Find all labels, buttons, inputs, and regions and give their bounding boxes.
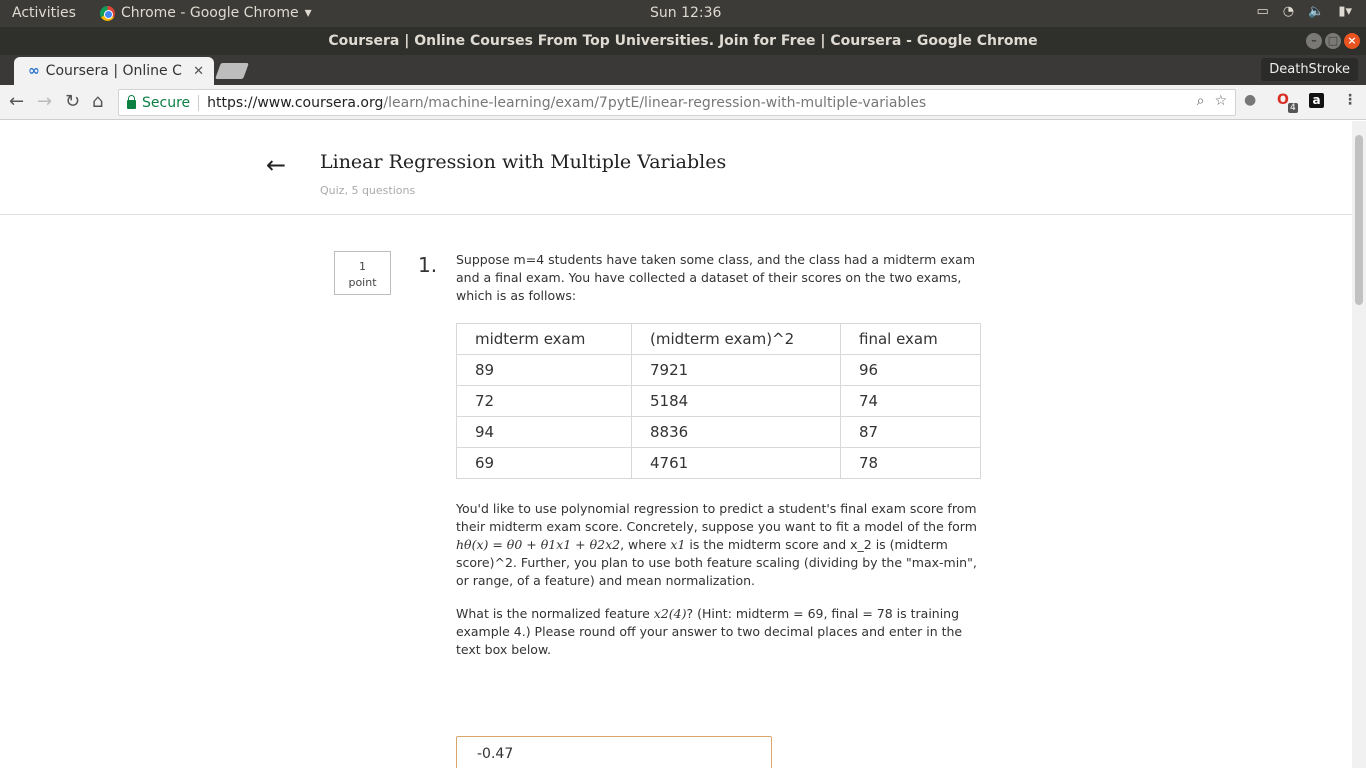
quiz-title: Linear Regression with Multiple Variable…: [320, 151, 727, 173]
question-number: 1.: [418, 253, 438, 277]
chrome-icon: [100, 5, 115, 21]
activities-button[interactable]: Activities: [12, 5, 76, 21]
profile-button[interactable]: DeathStroke: [1261, 58, 1358, 81]
app-menu-label: Chrome - Google Chrome: [121, 5, 299, 21]
page-scrollbar[interactable]: [1352, 121, 1366, 768]
tab-close-icon[interactable]: ✕: [193, 64, 204, 79]
chevron-down-icon: ▾: [304, 5, 312, 21]
bookmark-star-icon[interactable]: ☆: [1214, 93, 1227, 109]
normalized-feature: x2(4): [653, 606, 687, 621]
secure-label: Secure: [142, 94, 191, 111]
table-row: 89 7921 96: [456, 354, 981, 386]
extension-bulb-icon[interactable]: ●: [1244, 92, 1256, 108]
browser-toolbar: ← → ↻ ⌂ Secure https://www.coursera.org /…: [0, 85, 1366, 120]
points-value: 1: [359, 260, 366, 273]
scrollbar-thumb[interactable]: [1355, 135, 1363, 305]
system-tray: ▭ ◔ 🔈 ▮▾: [1256, 4, 1352, 19]
reload-icon[interactable]: ↻: [65, 91, 80, 112]
tab-strip: ∞ Coursera | Online C ✕ DeathStroke: [0, 55, 1366, 85]
table-cell: 89: [456, 354, 632, 386]
divider: [198, 94, 200, 111]
question-prompt: What is the normalized feature x2(4)? (H…: [456, 605, 986, 659]
page-content: ← Linear Regression with Multiple Variab…: [0, 121, 1352, 768]
window-controls: – □ ×: [1306, 33, 1360, 49]
table-cell: 87: [840, 416, 981, 448]
question-model-description: You'd like to use polynomial regression …: [456, 500, 986, 590]
table-cell: 69: [456, 447, 632, 479]
table-cell: 72: [456, 385, 632, 417]
url-host: https://www.coursera.org: [207, 94, 384, 111]
back-arrow-icon[interactable]: ←: [266, 151, 286, 179]
lock-icon: [127, 95, 136, 109]
question-intro: Suppose m=4 students have taken some cla…: [456, 252, 976, 303]
x1-variable: x1: [670, 537, 686, 552]
tab-coursera[interactable]: ∞ Coursera | Online C ✕: [14, 57, 214, 85]
prompt-text-a: What is the normalized feature: [456, 606, 654, 621]
answer-input[interactable]: -0.47: [456, 736, 772, 768]
display-icon[interactable]: ▭: [1256, 4, 1268, 19]
amazon-extension-icon[interactable]: a: [1309, 93, 1324, 108]
table-cell: 94: [456, 416, 632, 448]
back-icon[interactable]: ←: [9, 91, 24, 112]
volume-icon[interactable]: 🔈: [1308, 4, 1324, 19]
wifi-icon[interactable]: ◔: [1283, 4, 1294, 19]
table-row: 69 4761 78: [456, 447, 981, 479]
table-row: 94 8836 87: [456, 416, 981, 448]
app-menu[interactable]: Chrome - Google Chrome ▾: [100, 5, 312, 21]
column-header: midterm exam: [456, 323, 632, 355]
column-header: (midterm exam)^2: [631, 323, 841, 355]
table-cell: 78: [840, 447, 981, 479]
extension-badge: 4: [1288, 103, 1298, 113]
model-formula: hθ(x) = θ0 + θ1x1 + θ2x2: [456, 537, 621, 552]
forward-icon[interactable]: →: [37, 91, 52, 112]
clock[interactable]: Sun 12:36: [650, 5, 721, 21]
coursera-favicon-icon: ∞: [28, 63, 40, 79]
table-cell: 4761: [631, 447, 841, 479]
window-title: Coursera | Online Courses From Top Unive…: [328, 33, 1038, 49]
more-menu-icon[interactable]: ⋮: [1343, 92, 1357, 108]
secure-indicator[interactable]: Secure: [127, 95, 190, 111]
column-header: final exam: [840, 323, 981, 355]
quiz-header: ← Linear Regression with Multiple Variab…: [0, 121, 1352, 215]
table-cell: 96: [840, 354, 981, 386]
tab-title: Coursera | Online C: [45, 63, 182, 79]
model-text-b: , where: [620, 537, 671, 552]
new-tab-button[interactable]: [215, 63, 249, 79]
maximize-icon[interactable]: □: [1325, 33, 1341, 49]
table-cell: 7921: [631, 354, 841, 386]
close-icon[interactable]: ×: [1344, 33, 1360, 49]
address-bar[interactable]: Secure https://www.coursera.org/learn/ma…: [118, 89, 1236, 116]
points-badge: 1 point: [334, 251, 391, 295]
quiz-subtitle: Quiz, 5 questions: [320, 184, 416, 197]
window-title-bar: Coursera | Online Courses From Top Unive…: [0, 27, 1366, 55]
zoom-icon[interactable]: ⌕: [1197, 93, 1205, 109]
omnibox-icons: ⌕ ☆: [1197, 93, 1227, 109]
table-cell: 8836: [631, 416, 841, 448]
url-path: /learn/machine-learning/exam/7pytE/linea…: [383, 94, 927, 111]
table-header-row: midterm exam (midterm exam)^2 final exam: [456, 323, 981, 355]
table-cell: 5184: [631, 385, 841, 417]
points-label: point: [348, 276, 377, 289]
home-icon[interactable]: ⌂: [92, 91, 103, 112]
table-row: 72 5184 74: [456, 385, 981, 417]
minimize-icon[interactable]: –: [1306, 33, 1322, 49]
model-text-a: You'd like to use polynomial regression …: [456, 501, 977, 534]
scores-table: midterm exam (midterm exam)^2 final exam…: [456, 323, 981, 479]
table-cell: 74: [840, 385, 981, 417]
battery-icon[interactable]: ▮▾: [1338, 4, 1352, 19]
system-top-bar: Activities Chrome - Google Chrome ▾ Sun …: [0, 0, 1366, 27]
